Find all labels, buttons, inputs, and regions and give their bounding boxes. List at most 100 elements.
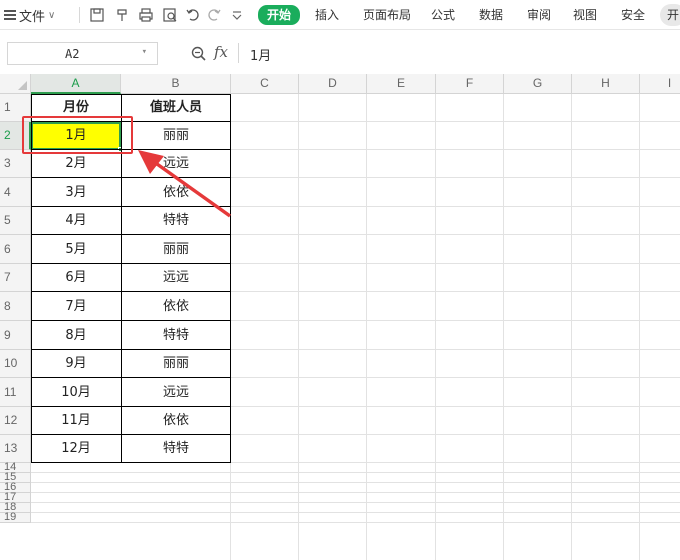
table-border xyxy=(31,434,231,435)
header-cell[interactable]: 值班人员 xyxy=(121,94,231,122)
table-border xyxy=(31,234,231,235)
month-cell[interactable]: 8月 xyxy=(31,321,121,350)
redo-icon[interactable] xyxy=(205,6,223,24)
tab-home[interactable]: 开始 xyxy=(258,5,301,25)
formula-bar: A2 ▾ fx 1月 xyxy=(0,39,680,67)
staff-cell[interactable]: 丽丽 xyxy=(121,350,231,378)
chevron-down-icon: ∨ xyxy=(48,9,56,21)
name-box-value: A2 xyxy=(65,47,80,61)
staff-cell[interactable]: 丽丽 xyxy=(121,235,231,264)
row-header-5[interactable]: 5 xyxy=(0,207,31,235)
column-gridline xyxy=(639,94,640,560)
tab-data[interactable]: 数据 xyxy=(479,6,503,24)
row-gridline xyxy=(31,512,680,513)
menu-bar: 文件 ∨ 开始 插入 页面布局 公式 数据 审阅 视图 安全 开 xyxy=(0,0,680,30)
column-gridline xyxy=(298,94,299,560)
row-gridline xyxy=(31,482,680,483)
save-icon[interactable] xyxy=(88,6,106,24)
column-gridline xyxy=(571,94,572,560)
tab-view[interactable]: 视图 xyxy=(573,6,597,24)
chevron-down-icon[interactable]: ▾ xyxy=(142,47,147,57)
row-header-10[interactable]: 10 xyxy=(0,350,31,378)
table-border xyxy=(31,291,231,292)
table-border xyxy=(230,94,231,463)
tab-insert[interactable]: 插入 xyxy=(315,6,339,24)
row-header-7[interactable]: 7 xyxy=(0,264,31,292)
tab-review[interactable]: 审阅 xyxy=(527,6,551,24)
row-header-3[interactable]: 3 xyxy=(0,150,31,178)
staff-cell[interactable]: 特特 xyxy=(121,321,231,350)
tab-page-layout[interactable]: 页面布局 xyxy=(363,6,411,24)
staff-cell[interactable]: 远远 xyxy=(121,150,231,178)
staff-cell[interactable]: 远远 xyxy=(121,378,231,407)
column-header-b[interactable]: B xyxy=(121,74,231,94)
tab-developer[interactable]: 开 xyxy=(660,4,680,26)
spreadsheet-grid[interactable]: A B C D E F G H I 1 2 3 4 5 6 7 8 9 10 11 12 13 14 15 16 17 18 19 月份… xyxy=(0,74,680,560)
column-header-g[interactable]: G xyxy=(504,74,572,94)
row-gridline xyxy=(31,502,680,503)
month-cell[interactable]: 12月 xyxy=(31,435,121,463)
month-cell[interactable]: 10月 xyxy=(31,378,121,407)
table-border xyxy=(31,177,231,178)
toolbar-divider xyxy=(79,7,80,23)
table-border xyxy=(31,263,231,264)
table-border xyxy=(31,320,231,321)
row-header-12[interactable]: 12 xyxy=(0,407,31,435)
month-cell[interactable]: 2月 xyxy=(31,150,121,178)
select-all-corner[interactable] xyxy=(0,74,31,94)
month-cell[interactable]: 5月 xyxy=(31,235,121,264)
column-header-d[interactable]: D xyxy=(299,74,367,94)
month-cell[interactable]: 9月 xyxy=(31,350,121,378)
staff-cell[interactable]: 依依 xyxy=(121,292,231,321)
formula-divider xyxy=(238,43,239,63)
formula-input[interactable]: 1月 xyxy=(240,42,680,65)
row-gridline xyxy=(31,522,680,523)
table-border xyxy=(31,377,231,378)
row-header-6[interactable]: 6 xyxy=(0,235,31,264)
row-header-19[interactable]: 19 xyxy=(0,512,31,523)
column-header-i[interactable]: I xyxy=(640,74,680,94)
annotation-highlight-box xyxy=(22,116,133,154)
month-cell[interactable]: 4月 xyxy=(31,207,121,235)
column-header-f[interactable]: F xyxy=(436,74,504,94)
column-gridline xyxy=(366,94,367,560)
zoom-search-icon[interactable] xyxy=(190,45,208,63)
staff-cell[interactable]: 依依 xyxy=(121,178,231,207)
print-icon[interactable] xyxy=(137,6,155,24)
row-header-11[interactable]: 11 xyxy=(0,378,31,407)
staff-cell[interactable]: 特特 xyxy=(121,435,231,463)
table-border xyxy=(31,462,231,463)
row-header-9[interactable]: 9 xyxy=(0,321,31,350)
staff-cell[interactable]: 远远 xyxy=(121,264,231,292)
column-gridline xyxy=(435,94,436,560)
column-header-e[interactable]: E xyxy=(367,74,436,94)
undo-icon[interactable] xyxy=(184,6,202,24)
month-cell[interactable]: 7月 xyxy=(31,292,121,321)
staff-cell[interactable]: 丽丽 xyxy=(121,122,231,150)
name-box[interactable]: A2 ▾ xyxy=(7,42,158,65)
month-cell[interactable]: 11月 xyxy=(31,407,121,435)
month-cell[interactable]: 6月 xyxy=(31,264,121,292)
row-header-8[interactable]: 8 xyxy=(0,292,31,321)
column-header-a[interactable]: A xyxy=(31,74,121,94)
tab-formulas[interactable]: 公式 xyxy=(431,6,455,24)
format-painter-icon[interactable] xyxy=(113,6,131,24)
row-gridline xyxy=(31,492,680,493)
month-cell[interactable]: 3月 xyxy=(31,178,121,207)
column-header-h[interactable]: H xyxy=(572,74,640,94)
insert-function-button[interactable]: fx xyxy=(214,43,228,61)
customize-toolbar-icon[interactable] xyxy=(228,6,246,24)
table-border xyxy=(31,94,231,95)
file-menu[interactable]: 文件 ∨ xyxy=(4,5,55,25)
tab-security[interactable]: 安全 xyxy=(621,6,645,24)
hamburger-icon xyxy=(4,10,16,20)
row-header-13[interactable]: 13 xyxy=(0,435,31,463)
table-border xyxy=(31,206,231,207)
row-header-4[interactable]: 4 xyxy=(0,178,31,207)
print-preview-icon[interactable] xyxy=(161,6,179,24)
column-header-c[interactable]: C xyxy=(231,74,299,94)
staff-cell[interactable]: 依依 xyxy=(121,407,231,435)
row-gridline xyxy=(31,472,680,473)
staff-cell[interactable]: 特特 xyxy=(121,207,231,235)
table-border xyxy=(31,349,231,350)
